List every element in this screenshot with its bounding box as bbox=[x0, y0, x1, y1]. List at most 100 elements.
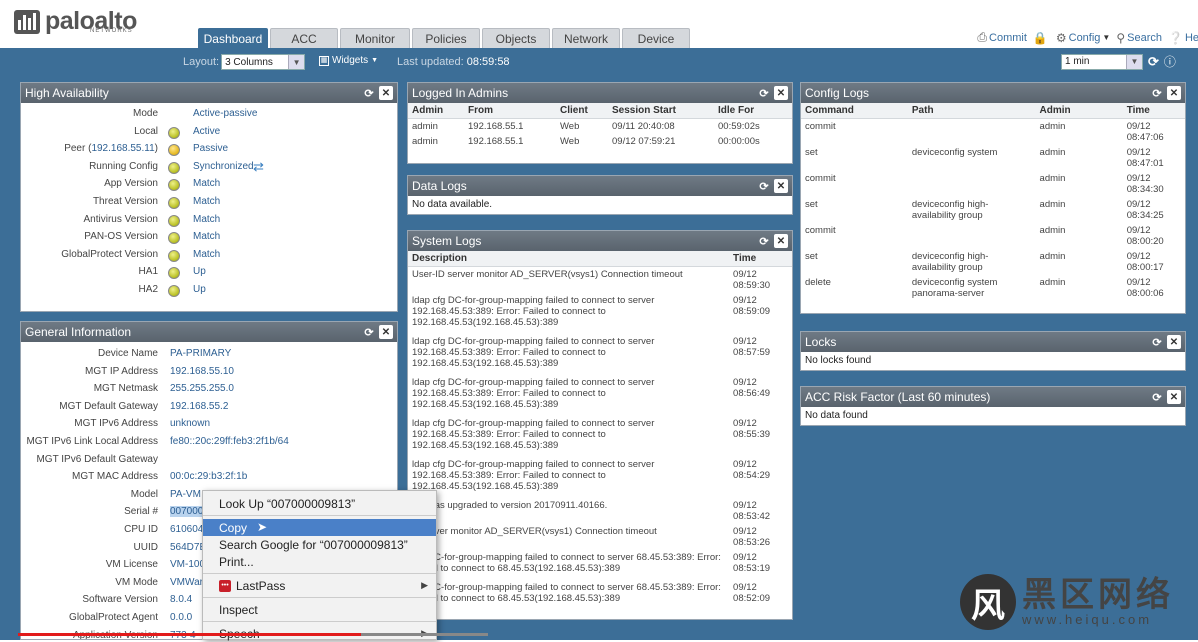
info-label: MGT IPv6 Link Local Address bbox=[26, 435, 158, 447]
mouse-cursor-icon: ➤ bbox=[257, 520, 268, 534]
ha-value: Match bbox=[193, 231, 221, 243]
log-time: 09/12 08:54:29 bbox=[733, 459, 771, 481]
widgets-icon: ▦ bbox=[319, 55, 329, 66]
close-icon[interactable]: ✕ bbox=[774, 86, 788, 100]
info-label: MGT Netmask bbox=[93, 383, 158, 395]
close-icon[interactable]: ✕ bbox=[1167, 86, 1181, 100]
commit-button[interactable]: ⎙ Commit bbox=[977, 30, 1027, 45]
info-label: CPU ID bbox=[124, 523, 158, 535]
info-value: 610604 bbox=[170, 523, 204, 535]
table-cell: 09/11 20:40:08 bbox=[612, 121, 675, 132]
system-logs-widget: System Logs ⟳ ✕ Description Time User-ID … bbox=[407, 230, 793, 620]
menu-item-inspect[interactable]: Inspect bbox=[203, 601, 436, 618]
table-cell: 192.168.55.1 bbox=[468, 121, 524, 132]
refresh-icon[interactable]: ⟳ bbox=[1150, 335, 1164, 349]
ha-row: Local Active bbox=[21, 126, 397, 144]
help-icon[interactable]: ⓘ bbox=[1164, 53, 1176, 70]
log-row: set deviceconfig system admin 09/12 08:47:0… bbox=[801, 145, 1185, 171]
search-button[interactable]: ⚲ Search bbox=[1116, 31, 1162, 45]
close-icon[interactable]: ✕ bbox=[1167, 390, 1181, 404]
context-menu: Look Up “007000009813” Copy ➤ Search Goo… bbox=[202, 490, 437, 641]
ha-value: Passive bbox=[193, 143, 229, 155]
menu-item-lastpass[interactable]: ••• LastPass ▶ bbox=[203, 577, 436, 594]
tab-network[interactable]: Network bbox=[552, 28, 620, 48]
widget-title: Data Logs bbox=[412, 179, 467, 193]
close-icon[interactable]: ✕ bbox=[379, 325, 393, 339]
top-bar: paloalto NETWORKS Dashboard ACC Monitor … bbox=[0, 0, 1198, 48]
close-icon[interactable]: ✕ bbox=[774, 179, 788, 193]
lock-button[interactable]: 🔒 bbox=[1033, 31, 1050, 45]
ha-row: Antivirus Version Match bbox=[21, 214, 397, 232]
refresh-icon[interactable]: ⟳ bbox=[1150, 86, 1164, 100]
refresh-interval-select[interactable]: 1 min ▼ bbox=[1061, 53, 1143, 70]
refresh-icon[interactable]: ⟳ bbox=[1150, 390, 1164, 404]
menu-divider bbox=[203, 597, 436, 598]
table-cell: admin bbox=[1039, 225, 1066, 236]
widget-header: Logged In Admins ⟳ ✕ bbox=[408, 83, 792, 103]
menu-item-copy[interactable]: Copy ➤ bbox=[203, 519, 436, 536]
ha-value: Match bbox=[193, 248, 221, 260]
info-row: MGT IPv6 Default Gateway bbox=[21, 454, 397, 472]
widget-title: High Availability bbox=[25, 86, 109, 100]
close-icon[interactable]: ✕ bbox=[774, 234, 788, 248]
config-logs-widget: Config Logs ⟳ ✕ Command Path Admin Time c… bbox=[800, 82, 1186, 314]
video-progress-bar[interactable] bbox=[18, 633, 488, 636]
layout-select[interactable]: 3 Columns ▼ bbox=[221, 54, 306, 70]
status-indicator-icon bbox=[168, 161, 180, 174]
table-header: Description Time bbox=[408, 251, 792, 267]
config-button[interactable]: ⚙ Config ▼ bbox=[1056, 31, 1110, 45]
info-label: VM License bbox=[105, 559, 158, 571]
refresh-icon[interactable]: ⟳ bbox=[362, 325, 376, 339]
close-icon[interactable]: ✕ bbox=[1167, 335, 1181, 349]
table-cell: delete bbox=[805, 277, 831, 288]
table-cell: Web bbox=[560, 136, 580, 147]
table-cell bbox=[908, 223, 1036, 249]
column-header: Session Start bbox=[612, 105, 676, 116]
ha-value: Match bbox=[193, 213, 221, 225]
table-cell: 09/12 08:00:06 bbox=[1126, 277, 1164, 299]
log-time: 09/12 08:52:09 bbox=[733, 582, 771, 604]
table-cell: 09/12 08:34:30 bbox=[1126, 173, 1164, 195]
table-cell: admin bbox=[1039, 147, 1066, 158]
info-row: MGT MAC Address 00:0c:29:b3:2f:1b bbox=[21, 471, 397, 489]
ha-row: GlobalProtect Version Match bbox=[21, 249, 397, 267]
info-value[interactable]: 007000 bbox=[170, 506, 204, 518]
config-icon: ⚙ bbox=[1055, 30, 1067, 45]
info-row: MGT IP Address 192.168.55.10 bbox=[21, 366, 397, 384]
tab-policies[interactable]: Policies bbox=[412, 28, 480, 48]
log-row: commit admin 09/12 08:34:30 bbox=[801, 171, 1185, 197]
peer-ip-link[interactable]: 192.168.55.11 bbox=[91, 143, 154, 154]
table-cell bbox=[908, 119, 1036, 146]
top-actions: ⎙Commit 🔒 ⚙Config▼ ⚲Search ❔Help bbox=[977, 30, 1198, 45]
menu-item-print[interactable]: Print... bbox=[203, 553, 436, 570]
info-label: MGT IP Address bbox=[85, 365, 158, 377]
tab-dashboard[interactable]: Dashboard bbox=[198, 28, 268, 48]
widget-title: Logged In Admins bbox=[412, 86, 509, 100]
menu-item-search-google[interactable]: Search Google for “007000009813” bbox=[203, 536, 436, 553]
tab-acc[interactable]: ACC bbox=[270, 28, 338, 48]
ha-row: HA1 Up bbox=[21, 266, 397, 284]
tab-objects[interactable]: Objects bbox=[482, 28, 550, 48]
log-row: DB was upgraded to version 20170911.4016… bbox=[408, 498, 792, 524]
refresh-icon[interactable]: ⟳ bbox=[757, 234, 771, 248]
widgets-menu[interactable]: ▦ Widgets ▼ bbox=[319, 55, 378, 66]
ha-value: Up bbox=[193, 283, 206, 295]
tab-monitor[interactable]: Monitor bbox=[340, 28, 410, 48]
menu-item-look-up[interactable]: Look Up “007000009813” bbox=[203, 495, 436, 512]
refresh-icon[interactable]: ⟳ bbox=[757, 179, 771, 193]
ha-row: HA2 Up bbox=[21, 284, 397, 302]
ha-label: App Version bbox=[104, 178, 158, 190]
widget-title: ACC Risk Factor (Last 60 minutes) bbox=[805, 390, 991, 404]
close-icon[interactable]: ✕ bbox=[379, 86, 393, 100]
refresh-icon[interactable]: ⟳ bbox=[1148, 54, 1159, 70]
refresh-icon[interactable]: ⟳ bbox=[362, 86, 376, 100]
last-updated: Last updated: 08:59:58 bbox=[397, 56, 510, 68]
log-time: 09/12 08:59:09 bbox=[733, 295, 771, 317]
help-button[interactable]: ❔Help bbox=[1168, 31, 1198, 45]
refresh-icon[interactable]: ⟳ bbox=[757, 86, 771, 100]
sync-icon[interactable]: ⇄ bbox=[253, 159, 264, 175]
tab-device[interactable]: Device bbox=[622, 28, 690, 48]
video-progress-fill bbox=[18, 633, 362, 636]
acc-risk-factor-widget: ACC Risk Factor (Last 60 minutes) ⟳ ✕ No … bbox=[800, 386, 1186, 426]
status-indicator-icon bbox=[168, 196, 180, 209]
